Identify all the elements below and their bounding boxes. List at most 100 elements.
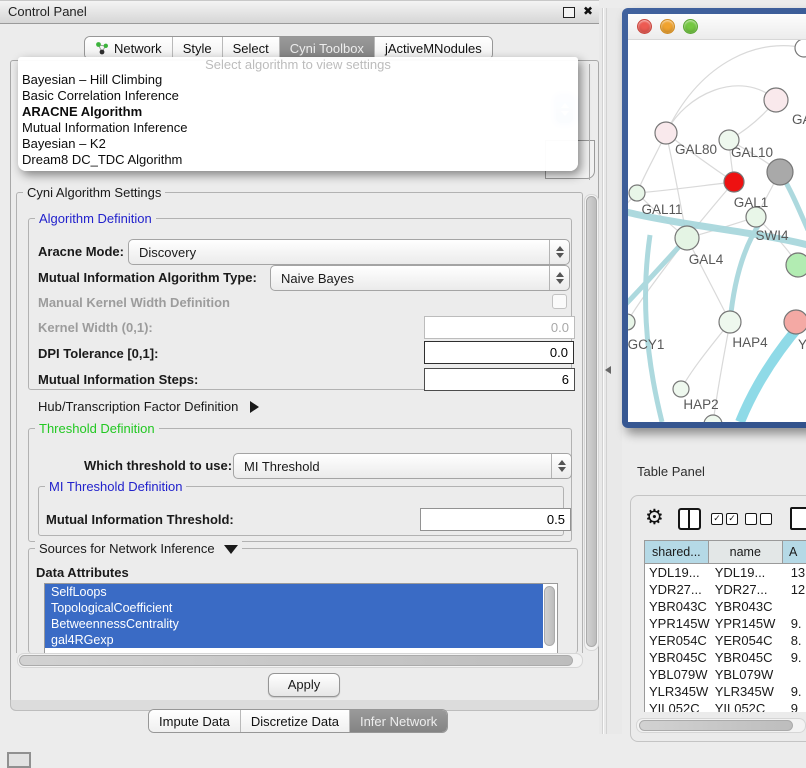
tab-jactivemnodules[interactable]: jActiveMNodules <box>375 37 492 59</box>
collapse-down-triangle-icon[interactable] <box>224 545 238 554</box>
tab-discretize-data[interactable]: Discretize Data <box>241 710 350 732</box>
network-node[interactable] <box>675 226 699 250</box>
table-row[interactable]: YLR345W YLR345W 9. <box>645 683 806 700</box>
algorithm-dropdown-list: Select algorithm to view settings Bayesi… <box>18 57 578 171</box>
aracne-mode-combo[interactable]: Discovery <box>128 239 570 265</box>
dropdown-item[interactable]: Bayesian – Hill Climbing <box>18 72 578 88</box>
which-threshold-combo[interactable]: MI Threshold <box>233 453 572 479</box>
dropdown-item[interactable]: Mutual Information Inference <box>18 120 578 136</box>
network-node[interactable] <box>767 159 793 185</box>
mi-threshold-label: Mutual Information Threshold: <box>46 512 234 527</box>
algorithm-definition-title: Algorithm Definition <box>35 211 156 226</box>
tab-select[interactable]: Select <box>223 37 280 59</box>
bottom-tabbar: Impute Data Discretize Data Infer Networ… <box>148 709 448 733</box>
collapse-left-arrow-icon[interactable] <box>605 366 611 374</box>
tab-infer-network[interactable]: Infer Network <box>350 710 447 732</box>
manual-kernel-checkbox[interactable] <box>552 294 567 309</box>
settings-horizontal-scrollbar[interactable] <box>17 653 583 668</box>
network-node[interactable] <box>704 415 722 422</box>
hide-columns-icon[interactable] <box>745 513 772 525</box>
network-node[interactable] <box>719 311 741 333</box>
aracne-mode-label: Aracne Mode: <box>38 244 124 259</box>
table-horizontal-scrollbar[interactable] <box>636 718 806 733</box>
kernel-width-field[interactable]: 0.0 <box>424 316 575 339</box>
maximize-traffic-light-icon[interactable] <box>683 19 698 34</box>
column-header-name[interactable]: name <box>709 541 783 563</box>
dock-panel-button[interactable] <box>7 752 31 768</box>
dropdown-hint: Select algorithm to view settings <box>18 57 578 72</box>
column-header-partial[interactable]: A <box>783 541 806 563</box>
node-label: GAL1 <box>734 195 769 210</box>
table-row[interactable]: YDL19... YDL19... 13 <box>645 564 806 581</box>
gear-icon[interactable]: ⚙ <box>645 505 664 530</box>
table-row[interactable]: YBR043C YBR043C <box>645 598 806 615</box>
column-header-shared-name[interactable]: shared... <box>645 541 709 563</box>
tab-style[interactable]: Style <box>173 37 223 59</box>
dropdown-item[interactable]: Basic Correlation Inference <box>18 88 578 104</box>
data-attributes-label: Data Attributes <box>36 565 129 580</box>
mi-type-combo[interactable]: Naive Bayes <box>270 265 570 291</box>
export-table-icon[interactable] <box>790 507 806 530</box>
close-icon[interactable]: ✖ <box>583 4 593 18</box>
network-window-titlebar[interactable] <box>628 14 806 40</box>
table-row[interactable]: YPR145W YPR145W 9. <box>645 615 806 632</box>
node-label: HAP4 <box>732 335 768 350</box>
node-label: Y <box>798 337 806 352</box>
attribute-item-selected[interactable]: TopologicalCoefficient <box>45 600 543 616</box>
dpi-tolerance-field[interactable]: 0.0 <box>424 341 574 364</box>
sources-group-title[interactable]: Sources for Network Inference <box>35 541 242 556</box>
attribute-item-selected[interactable]: gal4RGexp <box>45 632 543 648</box>
float-window-icon[interactable] <box>563 7 575 18</box>
network-node-gal1[interactable] <box>724 172 744 192</box>
dropdown-item-selected[interactable]: ARACNE Algorithm <box>18 104 578 120</box>
hub-definition-toggle[interactable]: Hub/Transcription Factor Definition <box>38 399 259 414</box>
mi-threshold-group-title: MI Threshold Definition <box>45 479 186 494</box>
network-node[interactable] <box>784 310 806 334</box>
network-node[interactable] <box>628 314 635 330</box>
network-node[interactable] <box>655 122 677 144</box>
dpi-tolerance-label: DPI Tolerance [0,1]: <box>38 346 158 361</box>
combo-stepper-icon <box>549 266 569 290</box>
settings-vertical-scrollbar[interactable] <box>584 194 599 651</box>
attribute-item-selected[interactable]: SelfLoops <box>45 584 543 600</box>
node-label: GAL80 <box>675 142 717 157</box>
network-node[interactable] <box>786 253 806 277</box>
hidden-groupbox-border <box>589 64 590 180</box>
table-header-row: shared... name A <box>645 541 806 564</box>
network-canvas[interactable]: GAL GAL80 GAL10 GAL1 GAL11 SWI4 GAL4 GCY… <box>628 40 806 422</box>
mi-type-label: Mutual Information Algorithm Type: <box>38 270 257 285</box>
mi-steps-field[interactable]: 6 <box>424 368 575 391</box>
apply-button[interactable]: Apply <box>268 673 340 697</box>
minimize-traffic-light-icon[interactable] <box>660 19 675 34</box>
tab-cyni-toolbox[interactable]: Cyni Toolbox <box>280 37 375 59</box>
scrollbar-thumb[interactable] <box>19 655 573 666</box>
table-row[interactable]: YDR27... YDR27... 12 <box>645 581 806 598</box>
network-node[interactable] <box>629 185 645 201</box>
split-columns-icon[interactable] <box>678 508 701 530</box>
table-row[interactable]: YBL079W YBL079W <box>645 666 806 683</box>
network-graph: GAL GAL80 GAL10 GAL1 GAL11 SWI4 GAL4 GCY… <box>628 40 806 422</box>
network-node[interactable] <box>764 88 788 112</box>
network-node[interactable] <box>746 207 766 227</box>
show-columns-icon[interactable]: ✓✓ <box>711 513 738 525</box>
table-row[interactable]: YBR045C YBR045C 9. <box>645 649 806 666</box>
scrollbar-thumb[interactable] <box>639 720 793 731</box>
dropdown-item[interactable]: Dream8 DC_TDC Algorithm <box>18 152 578 168</box>
network-icon <box>95 41 109 55</box>
combo-stepper-icon <box>549 240 569 264</box>
close-traffic-light-icon[interactable] <box>637 19 652 34</box>
network-node[interactable] <box>795 40 806 57</box>
list-scrollbar-thumb[interactable] <box>544 586 555 646</box>
panel-splitter[interactable] <box>599 8 622 734</box>
mi-threshold-field[interactable]: 0.5 <box>420 508 571 531</box>
attribute-item-selected[interactable]: BetweennessCentrality <box>45 616 543 632</box>
tab-impute-data[interactable]: Impute Data <box>149 710 241 732</box>
table-row[interactable]: YIL052C YIL052C 9 <box>645 700 806 712</box>
scrollbar-thumb[interactable] <box>586 196 597 647</box>
network-node[interactable] <box>673 381 689 397</box>
dropdown-item[interactable]: Bayesian – K2 <box>18 136 578 152</box>
node-label: GCY1 <box>628 337 664 352</box>
expand-right-triangle-icon[interactable] <box>250 401 259 413</box>
tab-network[interactable]: Network <box>85 37 173 59</box>
table-row[interactable]: YER054C YER054C 8. <box>645 632 806 649</box>
